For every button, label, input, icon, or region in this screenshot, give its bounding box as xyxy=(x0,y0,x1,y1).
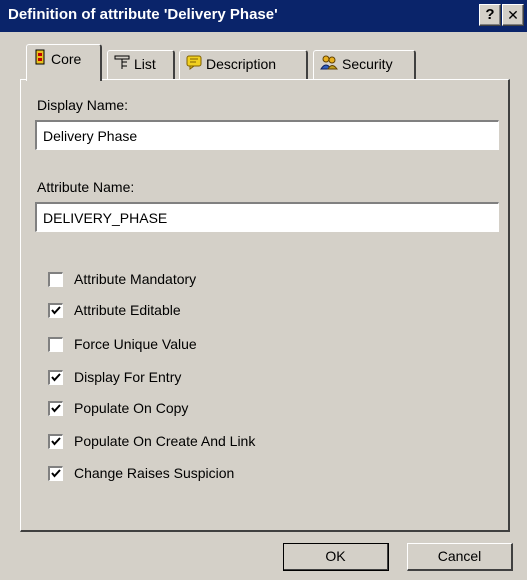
checkbox-label: Change Raises Suspicion xyxy=(74,465,235,481)
checkbox-box[interactable] xyxy=(48,434,63,449)
security-icon xyxy=(320,52,338,78)
check-mark-icon xyxy=(51,437,61,446)
checkbox-box[interactable] xyxy=(48,401,63,416)
display-name-label: Display Name: xyxy=(37,97,129,113)
check-mark-icon xyxy=(51,373,61,382)
tab-security-label: Security xyxy=(342,56,393,72)
description-icon xyxy=(186,52,202,78)
attribute-name-label: Attribute Name: xyxy=(37,179,135,195)
checkbox-label: Attribute Editable xyxy=(74,302,181,318)
tab-security[interactable]: Security xyxy=(313,50,416,80)
help-button[interactable]: ? xyxy=(479,4,501,26)
checkbox-box[interactable] xyxy=(48,272,63,287)
display-name-field[interactable]: Delivery Phase xyxy=(35,120,499,150)
window-title: Definition of attribute 'Delivery Phase' xyxy=(8,6,278,23)
tab-description[interactable]: Description xyxy=(179,50,308,80)
close-button[interactable]: ✕ xyxy=(502,4,524,26)
checkbox-label: Force Unique Value xyxy=(74,336,197,352)
ok-button[interactable]: OK xyxy=(283,543,389,571)
checkbox-label: Display For Entry xyxy=(74,369,182,385)
checkbox-label: Populate On Copy xyxy=(74,400,189,416)
check-mark-icon xyxy=(51,306,61,315)
attribute-definition-dialog: Definition of attribute 'Delivery Phase'… xyxy=(0,0,527,580)
check-mark-icon xyxy=(51,469,61,478)
tab-description-label: Description xyxy=(206,56,277,72)
check-mark-icon xyxy=(51,404,61,413)
checkbox-box[interactable] xyxy=(48,303,63,318)
tab-core[interactable]: Core xyxy=(26,44,102,81)
checkbox-box[interactable] xyxy=(48,466,63,481)
checkbox-box[interactable] xyxy=(48,370,63,385)
tab-core-label: Core xyxy=(51,51,82,67)
title-bar[interactable]: Definition of attribute 'Delivery Phase'… xyxy=(0,0,527,32)
list-icon xyxy=(114,52,130,78)
tab-list[interactable]: List xyxy=(107,50,175,80)
checkbox-box[interactable] xyxy=(48,337,63,352)
tab-list-label: List xyxy=(134,56,156,72)
attribute-name-field[interactable]: DELIVERY_PHASE xyxy=(35,202,499,232)
core-icon xyxy=(33,46,47,74)
checkbox-label: Attribute Mandatory xyxy=(74,271,197,287)
checkbox-label: Populate On Create And Link xyxy=(74,433,256,449)
cancel-button[interactable]: Cancel xyxy=(407,543,513,571)
